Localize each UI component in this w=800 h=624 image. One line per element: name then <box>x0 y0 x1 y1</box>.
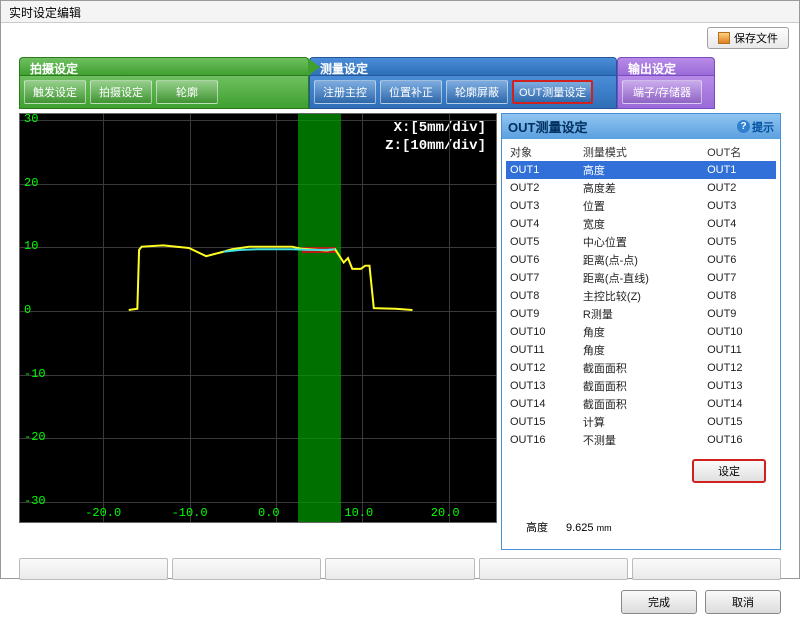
col-mode: 测量模式 <box>579 143 703 161</box>
measured-value-row: 高度 9.625 mm <box>502 489 780 549</box>
profile-chart: X:[5mm/div] Z:[10mm/div] -20.0-10.00.010… <box>19 113 497 523</box>
tab-terminal-storage[interactable]: 端子/存储器 <box>622 80 702 104</box>
table-row[interactable]: OUT1高度OUT1 <box>506 161 776 179</box>
group-capture-label: 拍摄设定 <box>19 57 309 75</box>
tab-profile-mask[interactable]: 轮廓屏蔽 <box>446 80 508 104</box>
ok-button[interactable]: 完成 <box>621 590 697 614</box>
hint-button[interactable]: ? 提示 <box>737 119 774 135</box>
trace-profile-cyan <box>223 249 335 252</box>
save-icon <box>718 32 730 44</box>
group-capture: 拍摄设定 触发设定 拍摄设定 轮廓 <box>19 57 309 109</box>
group-capture-tabs: 触发设定 拍摄设定 轮廓 <box>19 75 309 109</box>
tab-register-master[interactable]: 注册主控 <box>314 80 376 104</box>
set-button-row: 设定 <box>502 453 780 489</box>
save-label: 保存文件 <box>734 30 778 46</box>
group-output: 输出设定 端子/存储器 <box>617 57 715 109</box>
table-row[interactable]: OUT14截面面积OUT14 <box>506 395 776 413</box>
window-titlebar: 实时设定编辑 <box>1 1 799 23</box>
help-icon: ? <box>737 120 750 133</box>
table-row[interactable]: OUT5中心位置OUT5 <box>506 233 776 251</box>
main-area: X:[5mm/div] Z:[10mm/div] -20.0-10.00.010… <box>1 111 799 554</box>
tab-capture-settings[interactable]: 拍摄设定 <box>90 80 152 104</box>
table-row[interactable]: OUT6距离(点-点)OUT6 <box>506 251 776 269</box>
table-row[interactable]: OUT4宽度OUT4 <box>506 215 776 233</box>
tab-groups: 拍摄设定 触发设定 拍摄设定 轮廓 测量设定 注册主控 位置补正 轮廓屏蔽 OU… <box>1 53 799 111</box>
col-object: 对象 <box>506 143 579 161</box>
group-measure: 测量设定 注册主控 位置补正 轮廓屏蔽 OUT测量设定 <box>309 57 617 109</box>
value-readout: 9.625 mm <box>566 522 612 534</box>
hint-label: 提示 <box>752 119 774 135</box>
strip-slot[interactable] <box>19 558 168 580</box>
bottom-strip <box>1 554 799 584</box>
cancel-button[interactable]: 取消 <box>705 590 781 614</box>
strip-slot[interactable] <box>325 558 474 580</box>
save-file-button[interactable]: 保存文件 <box>707 27 789 49</box>
value-label: 高度 <box>526 519 548 535</box>
out-settings-panel: OUT测量设定 ? 提示 对象 测量模式 OUT名 OUT1高度OUT1OUT2… <box>501 113 781 550</box>
toolbar: 保存文件 <box>1 23 799 53</box>
trace-profile-yellow <box>129 245 413 310</box>
out-table-wrap: 对象 测量模式 OUT名 OUT1高度OUT1OUT2高度差OUT2OUT3位置… <box>502 139 780 453</box>
chart-panel: X:[5mm/div] Z:[10mm/div] -20.0-10.00.010… <box>19 113 497 550</box>
table-row[interactable]: OUT7距离(点-直线)OUT7 <box>506 269 776 287</box>
set-button[interactable]: 设定 <box>692 459 766 483</box>
tab-out-measure-settings[interactable]: OUT测量设定 <box>512 80 593 104</box>
out-table: 对象 测量模式 OUT名 OUT1高度OUT1OUT2高度差OUT2OUT3位置… <box>506 143 776 449</box>
table-row[interactable]: OUT8主控比较(Z)OUT8 <box>506 287 776 305</box>
table-row[interactable]: OUT11角度OUT11 <box>506 341 776 359</box>
table-row[interactable]: OUT9R测量OUT9 <box>506 305 776 323</box>
table-row[interactable]: OUT15计算OUT15 <box>506 413 776 431</box>
table-row[interactable]: OUT12截面面积OUT12 <box>506 359 776 377</box>
group-output-label: 输出设定 <box>617 57 715 75</box>
table-row[interactable]: OUT13截面面积OUT13 <box>506 377 776 395</box>
panel-title: OUT测量设定 <box>508 117 587 136</box>
group-output-tabs: 端子/存储器 <box>617 75 715 109</box>
table-row[interactable]: OUT10角度OUT10 <box>506 323 776 341</box>
strip-slot[interactable] <box>172 558 321 580</box>
col-outname: OUT名 <box>703 143 776 161</box>
group-measure-tabs: 注册主控 位置补正 轮廓屏蔽 OUT测量设定 <box>309 75 617 109</box>
tab-profile[interactable]: 轮廓 <box>156 80 218 104</box>
strip-slot[interactable] <box>632 558 781 580</box>
strip-slot[interactable] <box>479 558 628 580</box>
window-title: 实时设定编辑 <box>9 6 81 20</box>
panel-titlebar: OUT测量设定 ? 提示 <box>502 114 780 139</box>
tab-position-correct[interactable]: 位置补正 <box>380 80 442 104</box>
footer: 完成 取消 <box>1 584 799 624</box>
tab-trigger-settings[interactable]: 触发设定 <box>24 80 86 104</box>
group-measure-label: 测量设定 <box>309 57 617 75</box>
table-row[interactable]: OUT2高度差OUT2 <box>506 179 776 197</box>
table-row[interactable]: OUT16不测量OUT16 <box>506 431 776 449</box>
table-row[interactable]: OUT3位置OUT3 <box>506 197 776 215</box>
